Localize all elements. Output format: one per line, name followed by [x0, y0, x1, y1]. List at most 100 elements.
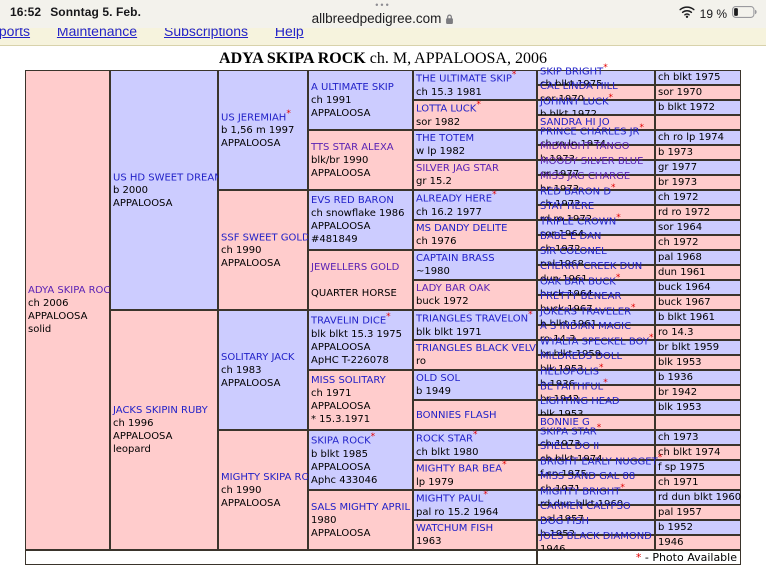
horse-details: b 2000: [113, 184, 216, 197]
detail-cell-oak-bar-buck: buck 1964: [655, 280, 741, 295]
horse-link-miss-jag-charge[interactable]: MISS JAG CHARGE: [540, 171, 630, 182]
horse-link-mighty-bright[interactable]: MIGHTY BRIGHT: [540, 486, 620, 497]
horse-link-bright-early-nugget[interactable]: BRIGHT EARLY NUGGET: [540, 456, 658, 467]
horse-name-row: JACKS SKIPIN RUBY: [113, 404, 216, 417]
horse-link-bonnies-flash[interactable]: BONNIES FLASH: [416, 410, 497, 421]
horse-link-prince-charles-jr[interactable]: PRINCE CHARLES JR: [540, 126, 640, 137]
horse-link-oak-bar-buck[interactable]: OAK BAR BUCK: [540, 276, 616, 287]
menu-item-help[interactable]: Help: [275, 28, 304, 39]
horse-details: #481849: [311, 233, 411, 246]
horse-link-red-baron-d[interactable]: RED BARON D: [540, 186, 611, 197]
horse-link-be-faithful[interactable]: BE FAITHFUL: [540, 381, 603, 392]
horse-link-a-s-indian-magic[interactable]: A S INDIAN MAGIC: [540, 321, 631, 332]
horse-details: sor 1970: [658, 86, 739, 99]
horse-details: APPALOOSA: [221, 377, 306, 390]
pedigree-cell-silver-jag-star: SILVER JAG STARgr 15.2: [413, 160, 537, 190]
horse-link-skipa-rock[interactable]: SKIPA ROCK: [311, 436, 371, 447]
horse-link-skip-bright[interactable]: SKIP BRIGHT: [540, 66, 603, 77]
menu-item-subscriptions[interactable]: Subscriptions: [164, 28, 248, 39]
detail-cell-miss-jag-charge: br 1973: [655, 175, 741, 190]
horse-link-evs-red-baron[interactable]: EVS RED BARON: [311, 195, 394, 206]
horse-details: ch 1990: [221, 484, 306, 497]
horse-link-watchum-fish[interactable]: WATCHUM FISH: [416, 523, 493, 534]
photo-available-star: *: [616, 213, 621, 223]
horse-link-already-here[interactable]: ALREADY HERE: [416, 194, 492, 205]
horse-link-a-ultimate-skip[interactable]: A ULTIMATE SKIP: [311, 82, 394, 93]
horse-link-miss-sand-gal-88[interactable]: MISS SAND GAL 88: [540, 471, 635, 482]
address-bar[interactable]: allbreedpedigree.com: [0, 11, 766, 28]
horse-link-sals-mighty-april[interactable]: SALS MIGHTY APRIL: [311, 502, 410, 513]
horse-details: blk/br 1990: [311, 154, 411, 167]
horse-link-lighting-head[interactable]: LIGHTING HEAD: [540, 396, 620, 407]
horse-details: b blkt 1985: [311, 448, 411, 461]
horse-link-mighty-bar-bea[interactable]: MIGHTY BAR BEA: [416, 464, 502, 475]
menu-item-maintenance[interactable]: Maintenance: [57, 28, 137, 39]
photo-available-star: *: [616, 273, 621, 283]
horse-link-mildreds-doll[interactable]: MILDREDS DOLL: [540, 351, 622, 362]
horse-link-johnny-luck[interactable]: JOHNNY LUCK: [540, 96, 609, 107]
horse-link-old-sol[interactable]: OLD SOL: [416, 373, 460, 384]
horse-link-rock-star[interactable]: ROCK STAR: [416, 434, 473, 445]
horse-link-mighty-paul[interactable]: MIGHTY PAUL: [416, 494, 483, 505]
horse-link-heliopolis[interactable]: HELIOPOLIS: [540, 366, 599, 377]
multitask-handle-icon[interactable]: •••: [0, 0, 766, 10]
horse-link-captain-brass[interactable]: CAPTAIN BRASS: [416, 253, 495, 264]
horse-link-travelin-dice[interactable]: TRAVELIN DICE: [311, 316, 386, 327]
horse-link-us-hd-sweet-dream[interactable]: US HD SWEET DREAM: [113, 172, 223, 183]
horse-link-lotta-luck[interactable]: LOTTA LUCK: [416, 104, 476, 115]
menu-item-reports[interactable]: Reports: [0, 28, 30, 39]
horse-link-babe-e-dan[interactable]: BABE E DAN: [540, 231, 601, 242]
horse-name-row: SKIPA STAR*: [540, 424, 653, 438]
horse-link-lady-bar-oak[interactable]: LADY BAR OAK: [416, 283, 490, 294]
horse-link-the-ultimate-skip[interactable]: THE ULTIMATE SKIP: [416, 74, 512, 85]
horse-link-dog-fish[interactable]: DOG FISH: [540, 516, 589, 527]
pedigree-cell-solitary-jack: SOLITARY JACKch 1983APPALOOSA: [218, 310, 308, 430]
horse-link-adya-skipa-rock[interactable]: ADYA SKIPA ROCK: [28, 285, 117, 296]
horse-details: ch 1971: [658, 476, 739, 489]
url-domain[interactable]: allbreedpedigree.com: [312, 11, 442, 26]
horse-link-shell-do-ii[interactable]: SHELL DO II: [540, 441, 599, 452]
horse-link-triangles-black-velvet[interactable]: TRIANGLES BLACK VELVET: [416, 343, 548, 354]
pedigree-cell-lighting-head: LIGHTING HEADblk 1953: [537, 400, 655, 415]
horse-link-jewellers-gold[interactable]: JEWELLERS GOLD: [311, 262, 399, 273]
detail-cell-dog-fish: b 1952: [655, 520, 741, 535]
horse-link-silver-jag-star[interactable]: SILVER JAG STAR: [416, 163, 499, 174]
horse-link-triple-crown[interactable]: TRIPLE CROWN: [540, 216, 616, 227]
horse-link-pretty-benear[interactable]: PRETTY BENEAR: [540, 291, 621, 302]
horse-link-solitary-jack[interactable]: SOLITARY JACK: [221, 352, 295, 363]
horse-details: b 1949: [416, 385, 535, 398]
horse-link-ms-dandy-delite[interactable]: MS DANDY DELITE: [416, 223, 507, 234]
horse-link-cherry-creek-dun[interactable]: CHERRY CREEK DUN: [540, 261, 642, 272]
horse-link-stay-here[interactable]: STAY HERE: [540, 201, 594, 212]
horse-link-wyalta-speckel-boy[interactable]: WYALTA SPECKEL BOY: [540, 336, 649, 347]
pedigree-cell-jacks-skipin-ruby: JACKS SKIPIN RUBYch 1996APPALOOSAleopard: [110, 310, 218, 550]
horse-link-triangles-travelon[interactable]: TRIANGLES TRAVELON: [416, 314, 528, 325]
horse-link-joes-black-diamond[interactable]: JOES BLACK DIAMOND: [540, 531, 652, 542]
horse-details: b 1936: [658, 371, 739, 384]
horse-name-row: MISS SAND GAL 88: [540, 470, 653, 483]
horse-details: [311, 274, 411, 287]
horse-link-ssf-sweet-gold[interactable]: SSF SWEET GOLD: [221, 232, 310, 243]
pedigree-cell-a-ultimate-skip: A ULTIMATE SKIPch 1991APPALOOSA: [308, 70, 413, 130]
horse-link-miss-solitary[interactable]: MISS SOLITARY: [311, 375, 386, 386]
horse-details: dun 1961: [658, 266, 739, 279]
horse-link-moody-silver-blue[interactable]: MOODY SILVER BLUE: [540, 156, 643, 167]
horse-link-tts-star-alexa[interactable]: TTS STAR ALEXA: [311, 142, 394, 153]
horse-link-jacks-skipin-ruby[interactable]: JACKS SKIPIN RUBY: [113, 405, 208, 416]
horse-link-us-jeremiah[interactable]: US JEREMIAH: [221, 112, 286, 123]
horse-link-midnight-tango[interactable]: MIDNIGHT TANGO: [540, 141, 630, 152]
horse-name-row: TRIANGLES BLACK VELVET: [416, 342, 535, 355]
horse-details: * 15.3.1971: [311, 413, 411, 426]
horse-details: APPALOOSA: [311, 527, 411, 540]
horse-details: blk 1953: [658, 356, 739, 369]
horse-name-row: MIGHTY BAR BEA*: [416, 461, 535, 475]
detail-cell-heliopolis: b 1936: [655, 370, 741, 385]
horse-name-row: CAPTAIN BRASS: [416, 252, 535, 265]
horse-link-the-totem[interactable]: THE TOTEM: [416, 133, 474, 144]
horse-link-sir-colonel[interactable]: SIR COLONEL: [540, 246, 607, 257]
horse-link-carmen-calypso[interactable]: CARMEN CALYPSO: [540, 501, 631, 512]
horse-link-jokers-traveler[interactable]: JOKERS TRAVELER: [540, 306, 631, 317]
horse-name-row: TRIANGLES TRAVELON*: [416, 311, 535, 325]
horse-link-skipa-star[interactable]: SKIPA STAR: [540, 426, 597, 437]
horse-link-cal-linda-hill[interactable]: CAL LINDA HILL: [540, 81, 618, 92]
